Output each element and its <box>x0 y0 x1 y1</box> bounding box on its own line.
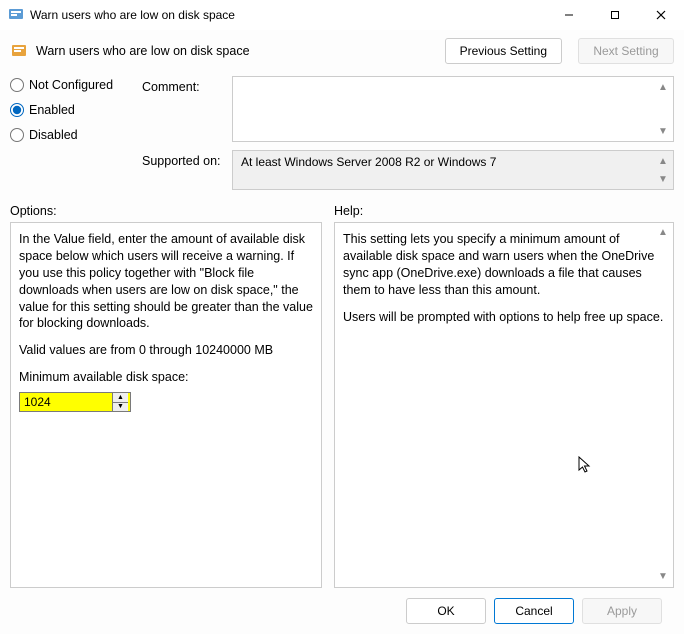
help-paragraph-1: This setting lets you specify a minimum … <box>343 231 665 299</box>
radio-enabled-label: Enabled <box>29 103 75 117</box>
radio-disabled-input[interactable] <box>10 128 24 142</box>
panels: In the Value field, enter the amount of … <box>10 222 674 588</box>
options-label: Options: <box>10 204 322 218</box>
policy-icon <box>10 42 28 60</box>
policy-header-row: Warn users who are low on disk space Pre… <box>10 38 674 64</box>
disk-space-input[interactable] <box>20 393 112 411</box>
supported-label: Supported on: <box>142 150 222 168</box>
spinner-row: ▲ ▼ <box>19 392 313 412</box>
supported-text: At least Windows Server 2008 R2 or Windo… <box>241 155 496 169</box>
titlebar: Warn users who are low on disk space <box>0 0 684 30</box>
policy-header-left: Warn users who are low on disk space <box>10 42 250 60</box>
dialog-content: Warn users who are low on disk space Pre… <box>0 30 684 634</box>
supported-row: Supported on: At least Windows Server 20… <box>142 150 674 190</box>
scroll-down-icon[interactable]: ▼ <box>655 123 671 139</box>
apply-button[interactable]: Apply <box>582 598 662 624</box>
options-panel: In the Value field, enter the amount of … <box>10 222 322 588</box>
spinner-label: Minimum available disk space: <box>19 369 313 386</box>
comment-label: Comment: <box>142 76 222 94</box>
spinner-buttons: ▲ ▼ <box>112 393 128 411</box>
radio-disabled[interactable]: Disabled <box>10 128 130 142</box>
app-icon <box>8 7 24 23</box>
supported-field: At least Windows Server 2008 R2 or Windo… <box>232 150 674 190</box>
scroll-up-icon[interactable]: ▲ <box>655 225 671 241</box>
next-setting-button[interactable]: Next Setting <box>578 38 674 64</box>
window-title: Warn users who are low on disk space <box>30 8 546 22</box>
scroll-up-icon[interactable]: ▲ <box>655 79 671 95</box>
policy-title: Warn users who are low on disk space <box>36 44 250 58</box>
help-label: Help: <box>334 204 674 218</box>
options-valid-values: Valid values are from 0 through 10240000… <box>19 342 313 359</box>
options-description: In the Value field, enter the amount of … <box>19 231 313 332</box>
radio-disabled-label: Disabled <box>29 128 78 142</box>
right-fields: Comment: ▲ ▼ Supported on: At least Wind… <box>142 76 674 190</box>
state-radio-group: Not Configured Enabled Disabled <box>10 76 130 190</box>
help-paragraph-2: Users will be prompted with options to h… <box>343 309 665 326</box>
window-controls <box>546 0 684 30</box>
radio-not-configured-input[interactable] <box>10 78 24 92</box>
comment-field[interactable]: ▲ ▼ <box>232 76 674 142</box>
scroll-down-icon[interactable]: ▼ <box>655 569 671 585</box>
comment-row: Comment: ▲ ▼ <box>142 76 674 142</box>
panel-labels: Options: Help: <box>10 204 674 218</box>
close-button[interactable] <box>638 0 684 30</box>
spinner-down-button[interactable]: ▼ <box>113 403 128 412</box>
radio-not-configured-label: Not Configured <box>29 78 113 92</box>
ok-button[interactable]: OK <box>406 598 486 624</box>
radio-not-configured[interactable]: Not Configured <box>10 78 130 92</box>
previous-setting-button[interactable]: Previous Setting <box>445 38 562 64</box>
spinner-up-button[interactable]: ▲ <box>113 393 128 403</box>
cancel-button[interactable]: Cancel <box>494 598 574 624</box>
dialog-footer: OK Cancel Apply <box>10 588 674 634</box>
scroll-down-icon[interactable]: ▼ <box>655 171 671 187</box>
radio-enabled[interactable]: Enabled <box>10 103 130 117</box>
minimize-button[interactable] <box>546 0 592 30</box>
config-row: Not Configured Enabled Disabled Comment:… <box>10 76 674 190</box>
help-panel: This setting lets you specify a minimum … <box>334 222 674 588</box>
scroll-up-icon[interactable]: ▲ <box>655 153 671 169</box>
maximize-button[interactable] <box>592 0 638 30</box>
radio-enabled-input[interactable] <box>10 103 24 117</box>
disk-space-spinner[interactable]: ▲ ▼ <box>19 392 131 412</box>
dialog-window: Warn users who are low on disk space War… <box>0 0 684 634</box>
